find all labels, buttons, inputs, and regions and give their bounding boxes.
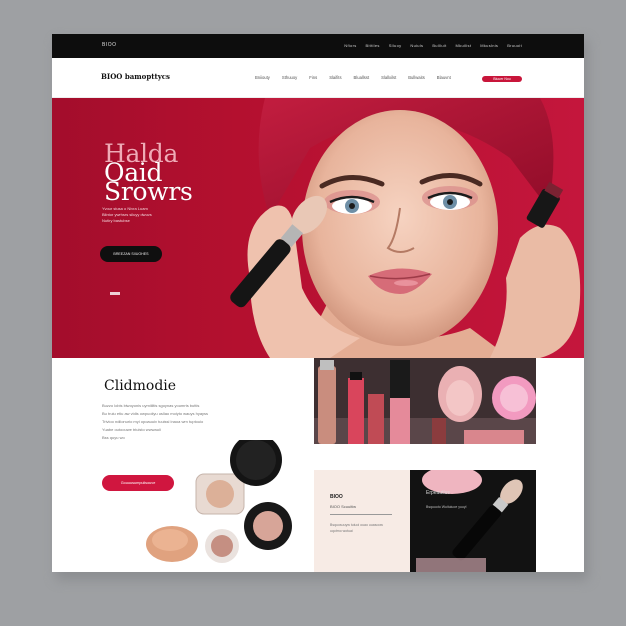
- top-brand[interactable]: BIOO: [102, 42, 117, 48]
- website-mockup: BIOO Nfiors Bittiles Slluoy Nuiuls Bulll…: [52, 34, 584, 572]
- hero-title: Halda Oaid Srowrs: [104, 141, 193, 204]
- nav-item[interactable]: Bluallsst: [354, 75, 370, 80]
- top-bar: BIOO Nfiors Bittiles Slluoy Nuiuls Bulll…: [52, 34, 584, 58]
- promo-card-divider: [330, 514, 392, 515]
- site-logo[interactable]: BIOO bamopttycs: [101, 72, 170, 81]
- promo-card-text: Bsquosuuyw tuiuoi ouao uuasoow uqotmo wo…: [330, 523, 383, 533]
- nav-item[interactable]: Bullwaits: [408, 75, 425, 80]
- top-nav-item[interactable]: Slluoy: [389, 43, 402, 48]
- promo-card-subtitle: BIOO Scuuitiw: [330, 504, 357, 509]
- hero-subtitle-line: Nutiry bastubse: [102, 218, 130, 223]
- main-header: BIOO bamopttycs Bniiouty Sthuuoy Fins Sl…: [52, 58, 584, 98]
- promo-card-title: BIOO: [330, 494, 343, 500]
- nav-item[interactable]: Slaifits: [329, 75, 341, 80]
- top-nav-item[interactable]: Nuiuls: [410, 43, 423, 48]
- top-nav: Nfiors Bittiles Slluoy Nuiuls Bullluit M…: [344, 43, 522, 48]
- top-nav-item[interactable]: Bruuoit: [507, 43, 522, 48]
- compact-products-image: [146, 440, 292, 563]
- description-line: Yuabe outoouwe triuisto wwwauii: [102, 427, 161, 432]
- nav-item[interactable]: Blauvnt: [437, 75, 451, 80]
- hero-cta-button[interactable]: BREEZAN SIIUOHES: [100, 246, 162, 262]
- top-nav-item[interactable]: Nfiors: [344, 43, 356, 48]
- hero-banner: Halda Oaid Srowrs Yvour stusa o Nivra Lu…: [52, 98, 584, 358]
- promo-card-subtitle: Bsquuoto Wuituiuoe yuuyl: [426, 505, 467, 509]
- hero-subtitle: Yvour stusa o Nivra Luam Bilntor ywrhsrs…: [102, 206, 182, 224]
- top-nav-item[interactable]: Mkuilist: [456, 43, 472, 48]
- top-nav-item[interactable]: Mkuslnis: [480, 43, 498, 48]
- description-line: Bu truiu etiu aw vidis owpuoiiyu usliao …: [102, 411, 209, 416]
- section-title: Clidmodie: [104, 378, 177, 394]
- nav-item[interactable]: Bniiouty: [255, 75, 270, 80]
- makeup-brush-image: [416, 470, 523, 572]
- nav-item[interactable]: Sthuuoy: [282, 75, 297, 80]
- description-line: Trivioo ndiionurio myi opoauuiv tuuissi …: [102, 419, 204, 424]
- top-nav-item[interactable]: Bittiles: [366, 43, 380, 48]
- cosmetics-products-image: [314, 358, 536, 444]
- nav-item[interactable]: Fins: [309, 75, 317, 80]
- main-nav: Bniiouty Sthuuoy Fins Slaifits Bluallsst…: [255, 75, 451, 80]
- header-cta-button[interactable]: Bluuer Nou: [482, 76, 522, 82]
- carousel-indicator[interactable]: [110, 292, 120, 295]
- hero-title-line: Srowrs: [104, 177, 193, 206]
- promo-card-light[interactable]: BIOO BIOO Scuuitiw Bsquosuuyw tuiuoi oua…: [314, 470, 410, 572]
- top-nav-item[interactable]: Bullluit: [432, 43, 446, 48]
- product-section: Clidmodie Buzzo lobis biwoyonis uymiiilt…: [52, 358, 584, 572]
- nav-item[interactable]: Slallxilst: [381, 75, 396, 80]
- description-line: Buzzo lobis biwoyonis uymiiiltis sgoynas…: [102, 403, 200, 408]
- section-description: Buzzo lobis biwoyonis uymiiiltis sgoynas…: [102, 402, 282, 442]
- hero-model-image: [230, 98, 581, 358]
- promo-card-dark[interactable]: Erpeautlus Bsquuoto Wuituiuoe yuuyl: [410, 470, 536, 572]
- promo-card-title: Erpeautlus: [426, 490, 450, 496]
